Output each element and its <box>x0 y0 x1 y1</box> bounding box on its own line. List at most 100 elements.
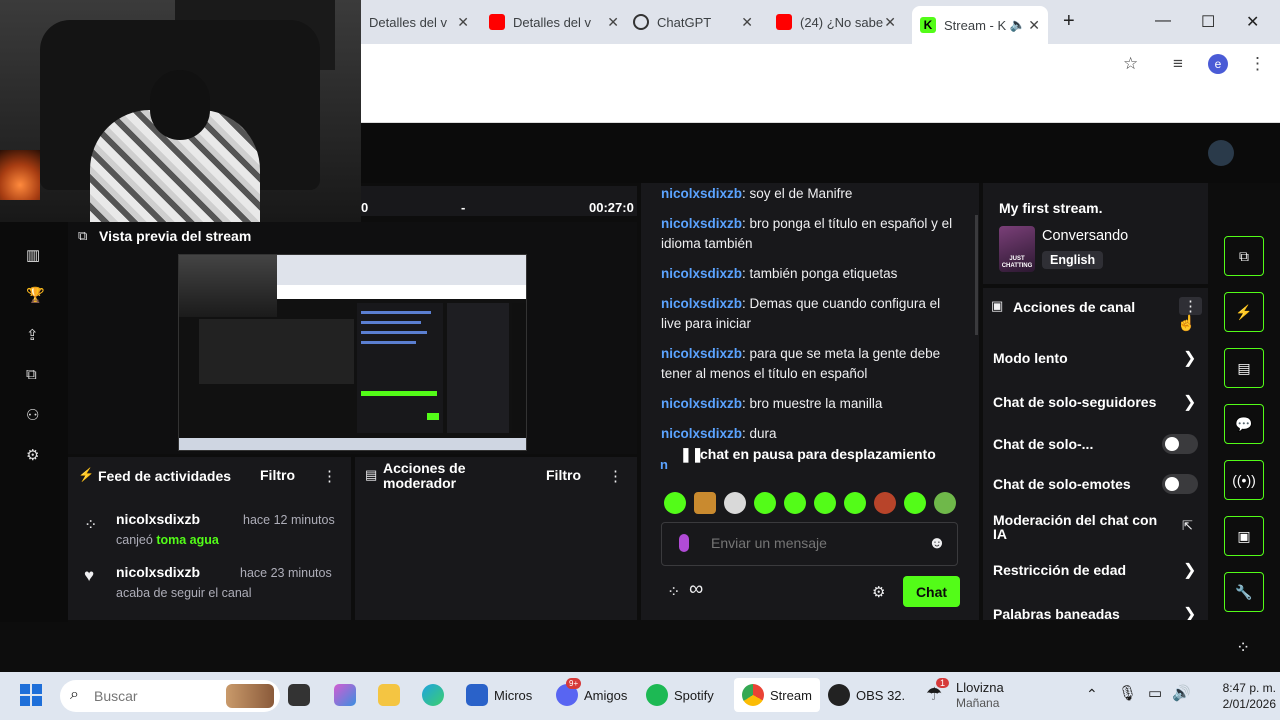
activity-filter-button[interactable]: Filtro <box>260 467 295 483</box>
category-thumbnail[interactable]: JUST CHATTING <box>999 226 1035 272</box>
emote[interactable] <box>784 492 806 514</box>
emote[interactable] <box>904 492 926 514</box>
media-controls-icon[interactable]: ≡ <box>1173 54 1183 74</box>
external-link-icon[interactable]: ⇱ <box>1182 518 1193 534</box>
gear-icon[interactable]: ⚙ <box>872 583 885 601</box>
clock[interactable]: 8:47 p. m. 2/01/2026 <box>1196 680 1276 712</box>
chat-username[interactable]: nicolxsdixzb <box>661 396 742 411</box>
chevron-right-icon[interactable]: ❯ <box>1183 392 1196 412</box>
taskbar-app-stream[interactable]: Stream <box>734 678 820 712</box>
action-followers-only[interactable]: Chat de solo-seguidores <box>993 394 1156 410</box>
gear-icon[interactable]: ⚙ <box>26 446 39 464</box>
stream-category[interactable]: Conversando <box>1042 228 1128 244</box>
close-window-icon[interactable]: ✕ <box>1246 12 1259 32</box>
more-options-icon[interactable]: ⋮ <box>608 467 623 485</box>
minimize-icon[interactable]: — <box>1155 12 1171 30</box>
chat-paused-banner[interactable]: n ❚❚ chat en pausa para desplazamiento <box>656 441 966 481</box>
taskbar-app-spotify[interactable]: Spotify <box>646 684 714 706</box>
network-icon[interactable]: ▭ <box>1148 684 1162 702</box>
rail-broadcast-button[interactable]: ((•)) <box>1224 460 1264 500</box>
chat-username[interactable]: nicolxsdixzb <box>661 296 742 311</box>
close-icon[interactable]: ✕ <box>1028 17 1040 34</box>
emote[interactable] <box>844 492 866 514</box>
emote[interactable] <box>934 492 956 514</box>
trophy-icon[interactable]: 🏆 <box>26 286 45 304</box>
taskbar-search-input[interactable] <box>94 688 214 704</box>
action-emotes-only[interactable]: Chat de solo-emotes <box>993 476 1131 492</box>
more-options-icon[interactable]: ⋮ <box>1179 297 1202 315</box>
upload-icon[interactable]: ⇪ <box>26 326 39 344</box>
rail-chat-button[interactable]: 💬 <box>1224 404 1264 444</box>
emoji-icon[interactable]: ☻ <box>928 533 946 553</box>
taskbar-search[interactable]: ⌕ <box>60 680 280 712</box>
channel-avatar[interactable] <box>1208 140 1234 166</box>
action-slow-mode[interactable]: Modo lento <box>993 350 1068 366</box>
chevron-right-icon[interactable]: ❯ <box>1183 560 1196 580</box>
rail-camera-button[interactable]: ▣ <box>1224 516 1264 556</box>
chat-username[interactable]: nicolxsdixzb <box>661 266 742 281</box>
rail-wrench-button[interactable]: 🔧 <box>1224 572 1264 612</box>
chevron-right-icon[interactable]: ❯ <box>1183 348 1196 368</box>
close-icon[interactable]: ✕ <box>741 14 753 31</box>
chevron-up-icon[interactable]: ⌃ <box>1086 686 1098 703</box>
chart-icon[interactable]: ▥ <box>26 246 40 264</box>
infinity-icon[interactable]: ∞ <box>689 578 703 601</box>
profile-avatar[interactable]: e <box>1208 54 1228 74</box>
mod-filter-button[interactable]: Filtro <box>546 467 581 483</box>
speaker-icon[interactable]: 🔈 <box>1010 17 1026 33</box>
chevron-right-icon[interactable]: ❯ <box>1183 604 1196 620</box>
volume-icon[interactable]: 🔊 <box>1172 684 1191 702</box>
microphone-icon[interactable] <box>679 534 689 552</box>
emote[interactable] <box>754 492 776 514</box>
toggle-subscribers-only[interactable] <box>1162 434 1198 454</box>
screen-icon[interactable]: ⧉ <box>26 366 37 383</box>
rail-screen-button[interactable]: ⧉ <box>1224 236 1264 276</box>
close-icon[interactable]: ✕ <box>607 14 619 31</box>
action-banned-words[interactable]: Palabras baneadas <box>993 606 1120 620</box>
emote[interactable] <box>694 492 716 514</box>
close-icon[interactable]: ✕ <box>884 14 896 31</box>
chat-username[interactable]: nicolxsdixzb <box>661 216 742 231</box>
browser-tab-2[interactable]: Detalles del v ✕ <box>489 8 619 36</box>
taskbar-app-obs[interactable]: OBS 32. <box>828 684 905 706</box>
browser-tab-1[interactable]: Detalles del v ✕ <box>369 8 469 36</box>
weather-widget[interactable]: ☂ 1 Llovizna Mañana <box>926 678 1036 714</box>
action-ai-moderation[interactable]: Moderación del chat con IA <box>993 513 1163 541</box>
microphone-icon[interactable]: 🎙 <box>1118 684 1137 702</box>
kick-logo-icon[interactable]: ⁘ <box>667 582 680 602</box>
browser-tab-3[interactable]: ChatGPT ✕ <box>633 8 753 36</box>
emote[interactable] <box>874 492 896 514</box>
taskbar-app-micros[interactable]: Micros <box>466 684 532 706</box>
bookmark-star-icon[interactable]: ☆ <box>1123 54 1138 74</box>
send-chat-button[interactable]: Chat <box>903 576 960 607</box>
taskbar-app-amigos[interactable]: 9+ Amigos <box>556 678 627 706</box>
chat-username[interactable]: nicolxsdixzb <box>661 426 742 441</box>
chat-username[interactable]: nicolxsdixzb <box>661 346 742 361</box>
chat-scrollbar[interactable] <box>975 215 978 335</box>
emote[interactable] <box>814 492 836 514</box>
new-tab-icon[interactable]: + <box>1063 10 1075 33</box>
task-view-icon[interactable] <box>288 684 310 706</box>
browser-tab-5[interactable]: K Stream - K 🔈 ✕ <box>912 6 1048 44</box>
browser-tab-4[interactable]: (24) ¿No sabe ✕ <box>776 8 896 36</box>
maximize-icon[interactable]: ☐ <box>1201 12 1215 32</box>
m365-icon[interactable] <box>334 684 356 706</box>
emote[interactable] <box>664 492 686 514</box>
kick-logo-icon[interactable]: ⁘ <box>1236 638 1250 658</box>
chat-input-box[interactable]: ☻ <box>661 522 958 566</box>
emote[interactable] <box>724 492 746 514</box>
close-icon[interactable]: ✕ <box>457 14 469 31</box>
action-subscribers-only[interactable]: Chat de solo-... <box>993 436 1093 452</box>
windows-start-icon[interactable] <box>20 684 42 706</box>
rail-document-button[interactable]: ▤ <box>1224 348 1264 388</box>
file-explorer-icon[interactable] <box>378 684 400 706</box>
edge-icon[interactable] <box>422 684 444 706</box>
chat-message-input[interactable] <box>711 535 921 551</box>
rail-lightning-button[interactable]: ⚡ <box>1224 292 1264 332</box>
toggle-emotes-only[interactable] <box>1162 474 1198 494</box>
chat-username[interactable]: nicolxsdixzb <box>661 186 742 201</box>
action-age-restriction[interactable]: Restricción de edad <box>993 562 1126 578</box>
menu-kebab-icon[interactable]: ⋮ <box>1249 54 1266 74</box>
users-icon[interactable]: ⚇ <box>26 406 39 424</box>
more-options-icon[interactable]: ⋮ <box>322 467 337 485</box>
